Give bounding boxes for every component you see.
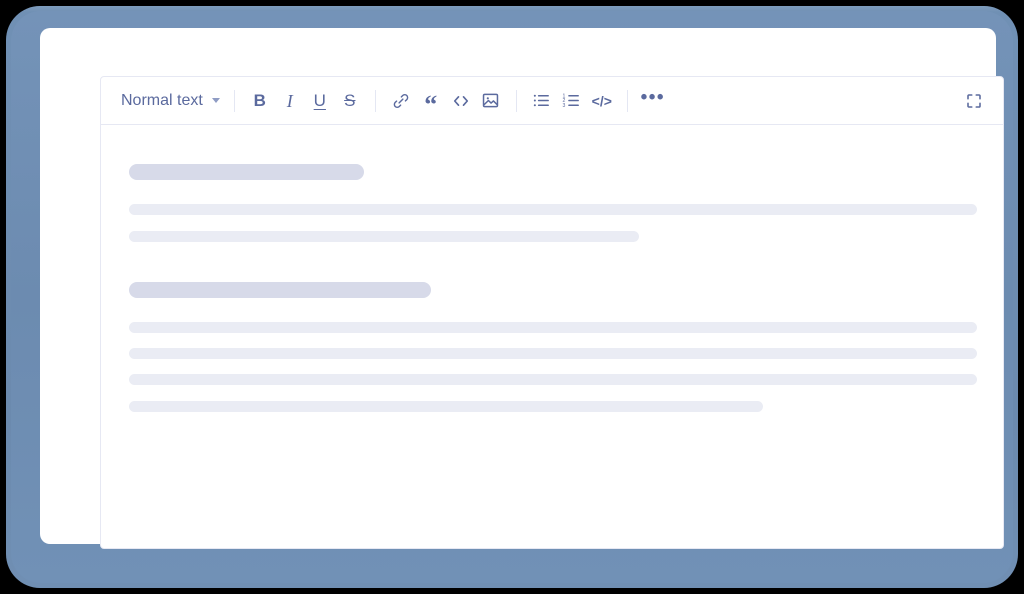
placeholder-text-line	[129, 374, 977, 385]
underline-icon: U	[313, 91, 326, 110]
device-bezel: Normal text B I U S “ 1 2 3 </> •••	[6, 6, 1018, 588]
numbered-list-icon: 1 2 3	[563, 93, 580, 109]
toolbar-group-lists: 1 2 3 </>	[527, 86, 617, 116]
toolbar-group-insert: “	[386, 86, 506, 120]
toolbar-separator	[374, 89, 376, 112]
page-surface: Normal text B I U S “ 1 2 3 </> •••	[40, 28, 1004, 549]
placeholder-text-line	[129, 231, 639, 242]
code-block-button[interactable]: </>	[587, 86, 617, 116]
toolbar-separator	[233, 89, 235, 112]
text-style-select[interactable]: Normal text	[115, 86, 224, 116]
numbered-list-button[interactable]: 1 2 3	[557, 86, 587, 116]
placeholder-heading-bar	[129, 164, 364, 180]
angle-brackets-icon	[453, 95, 468, 106]
rich-text-editor: Normal text B I U S “ 1 2 3 </> •••	[100, 76, 1004, 549]
quote-icon: “	[424, 90, 438, 120]
placeholder-text-line	[129, 204, 977, 215]
placeholder-text-line	[129, 322, 977, 333]
chevron-down-icon	[211, 98, 220, 103]
bold-icon: B	[253, 91, 266, 110]
link-button[interactable]	[386, 86, 416, 116]
editor-toolbar: Normal text B I U S “ 1 2 3 </> •••	[101, 77, 1003, 125]
fullscreen-button[interactable]	[959, 86, 989, 116]
ellipsis-icon: •••	[640, 87, 666, 108]
fullscreen-expand-icon	[967, 93, 981, 108]
strikethrough-icon: S	[344, 91, 356, 110]
toolbar-group-overflow: •••	[638, 86, 668, 116]
underline-button[interactable]: U	[305, 86, 335, 116]
svg-text:3: 3	[563, 103, 566, 109]
inline-code-button[interactable]	[446, 86, 476, 116]
bullet-list-button[interactable]	[527, 86, 557, 116]
placeholder-text-line	[129, 401, 763, 412]
placeholder-text-line	[129, 348, 977, 359]
placeholder-heading-bar	[129, 282, 431, 298]
italic-button[interactable]: I	[275, 86, 305, 116]
blockquote-button[interactable]: “	[416, 86, 446, 120]
toolbar-group-text-format: B I U S	[245, 86, 365, 116]
text-style-label: Normal text	[121, 91, 203, 109]
image-button[interactable]	[476, 86, 506, 116]
toolbar-separator	[515, 89, 517, 112]
italic-icon: I	[286, 90, 293, 111]
code-block-icon: </>	[591, 92, 612, 109]
image-icon	[483, 93, 499, 108]
bold-button[interactable]: B	[245, 86, 275, 116]
toolbar-separator	[626, 89, 628, 112]
link-icon	[393, 93, 409, 108]
bullet-list-icon	[534, 94, 550, 107]
more-options-button[interactable]: •••	[638, 86, 668, 116]
strikethrough-button[interactable]: S	[335, 86, 365, 116]
